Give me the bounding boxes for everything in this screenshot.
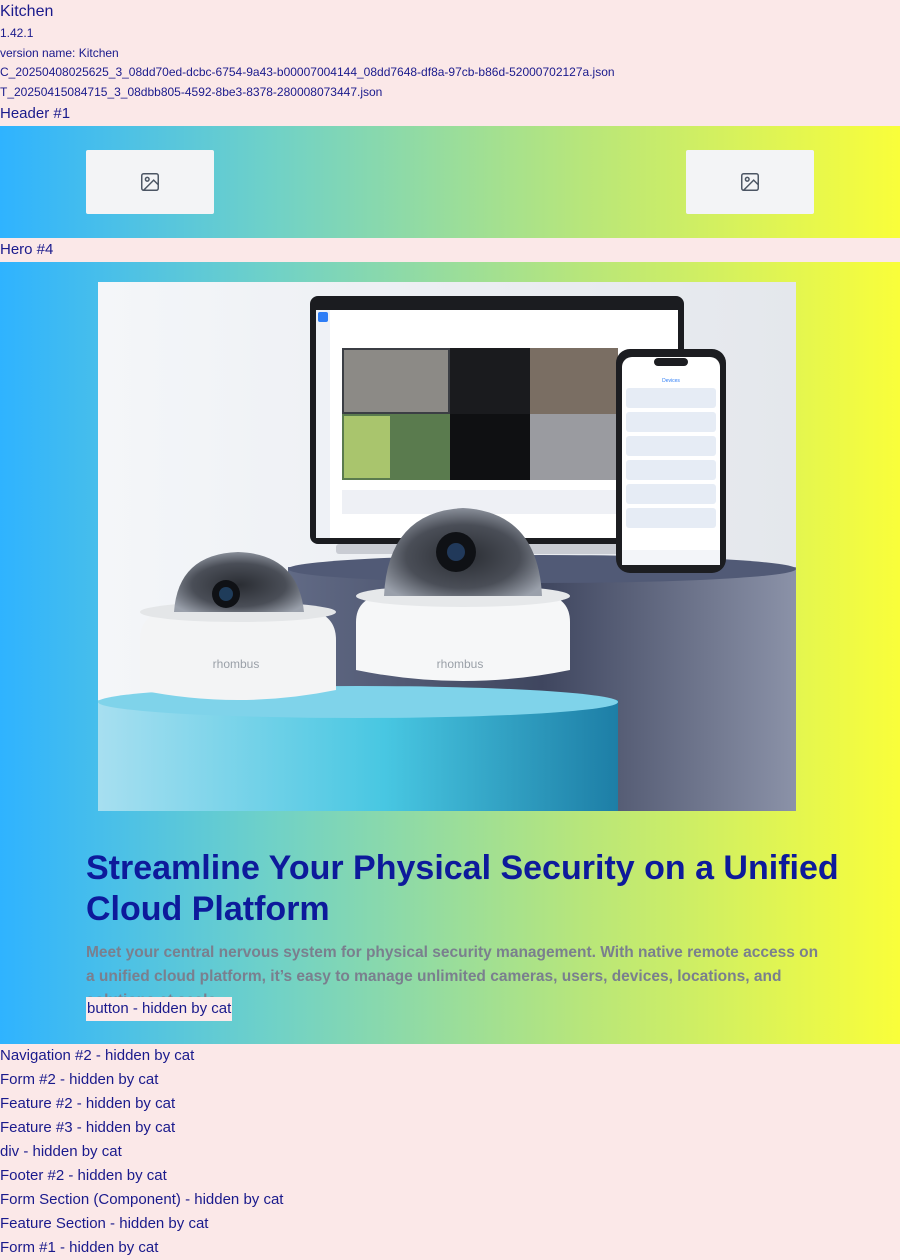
svg-text:Devices: Devices bbox=[662, 378, 680, 384]
header-band bbox=[0, 126, 900, 238]
image-icon bbox=[141, 173, 159, 191]
hero-cta-button[interactable]: button - hidden by cat bbox=[86, 997, 233, 1021]
hidden-section-label: div - hidden by cat bbox=[0, 1143, 122, 1160]
hidden-section-label: Navigation #2 - hidden by cat bbox=[0, 1047, 195, 1064]
right-camera-brand: rhombus bbox=[437, 657, 484, 671]
hidden-sections-list: Navigation #2 - hidden by cat Form #2 - h… bbox=[0, 1044, 900, 1260]
hidden-section-label: Form Section (Component) - hidden by cat bbox=[0, 1191, 284, 1208]
hidden-section-label: Feature #3 - hidden by cat bbox=[0, 1119, 176, 1136]
hidden-section-label: Form #1 - hidden by cat bbox=[0, 1239, 159, 1256]
header-right-image[interactable] bbox=[686, 150, 814, 214]
hidden-section-label: Form #2 - hidden by cat bbox=[0, 1071, 159, 1088]
hero-title: Streamline Your Physical Security on a U… bbox=[86, 849, 839, 928]
meta-title: Kitchen bbox=[0, 3, 54, 20]
hero-section: Devices rhombus rhombus Streamline Your … bbox=[0, 262, 900, 1044]
hero-section-label: Hero #4 bbox=[0, 241, 54, 258]
image-icon bbox=[741, 173, 759, 191]
hidden-section-label: Footer #2 - hidden by cat bbox=[0, 1167, 167, 1184]
hidden-section-label: Feature Section - hidden by cat bbox=[0, 1215, 209, 1232]
hidden-section-label: Feature #2 - hidden by cat bbox=[0, 1095, 176, 1112]
header-left-image[interactable] bbox=[86, 150, 214, 214]
meta-version: 1.42.1 bbox=[0, 26, 34, 40]
meta-version-name: version name: Kitchen bbox=[0, 45, 119, 60]
meta-t-file: T_20250415084715_3_08dbb805-4592-8be3-83… bbox=[0, 84, 383, 99]
header-section-label: Header #1 bbox=[0, 105, 71, 122]
hero-image: Devices rhombus rhombus bbox=[98, 282, 796, 811]
left-camera-brand: rhombus bbox=[213, 657, 260, 671]
meta-c-file: C_20250408025625_3_08dd70ed-dcbc-6754-9a… bbox=[0, 65, 615, 79]
